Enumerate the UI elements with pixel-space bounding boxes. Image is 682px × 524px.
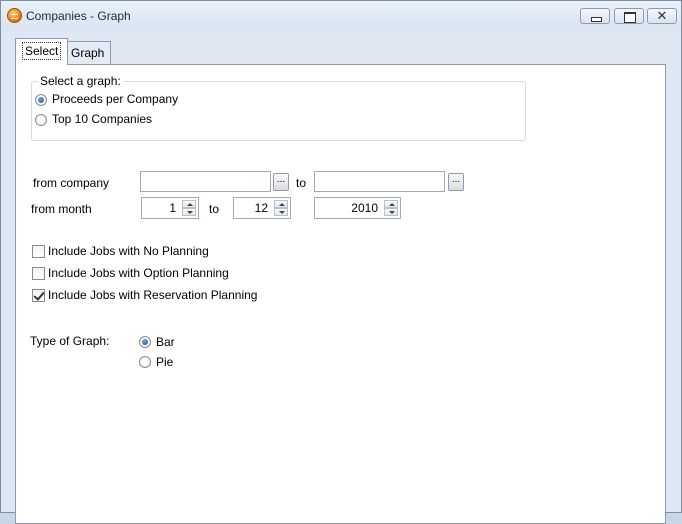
select-tab-panel: Select a graph: Proceeds per Company Top… xyxy=(15,64,666,524)
include-reservation-planning-checkbox[interactable] xyxy=(32,289,45,302)
tab-graph-label: Graph xyxy=(71,46,105,60)
to-company-browse-button[interactable]: ... xyxy=(448,173,464,191)
year-spinner[interactable]: 2010 xyxy=(314,197,401,219)
spin-down-icon[interactable] xyxy=(384,208,398,216)
include-reservation-planning-label[interactable]: Include Jobs with Reservation Planning xyxy=(48,288,257,302)
radio-top-10-companies-label[interactable]: Top 10 Companies xyxy=(52,112,152,126)
from-company-input[interactable] xyxy=(140,171,271,192)
title-bar: Companies - Graph ✕ xyxy=(1,1,681,31)
from-month-value: 1 xyxy=(169,201,176,215)
select-graph-legend: Select a graph: xyxy=(38,74,123,88)
window-title: Companies - Graph xyxy=(26,9,131,23)
spin-up-icon[interactable] xyxy=(274,200,288,208)
from-company-label: from company xyxy=(33,176,110,190)
radio-pie-label[interactable]: Pie xyxy=(156,355,173,369)
tab-select-label: Select xyxy=(22,42,62,60)
close-icon: ✕ xyxy=(656,8,668,23)
spin-up-icon[interactable] xyxy=(182,200,196,208)
include-no-planning-checkbox[interactable] xyxy=(32,245,45,258)
tab-graph[interactable]: Graph xyxy=(64,41,112,65)
from-month-label: from month xyxy=(31,202,92,216)
to-month-label: to xyxy=(209,202,220,216)
to-month-spinner[interactable]: 12 xyxy=(233,197,291,219)
radio-bar-label[interactable]: Bar xyxy=(156,335,175,349)
app-icon xyxy=(7,8,22,23)
to-company-label: to xyxy=(296,176,307,190)
spin-down-icon[interactable] xyxy=(274,208,288,216)
select-graph-group: Select a graph: xyxy=(31,74,526,141)
tab-select[interactable]: Select xyxy=(15,38,69,65)
radio-pie[interactable] xyxy=(139,356,151,368)
minimize-button[interactable] xyxy=(580,8,610,24)
maximize-button[interactable] xyxy=(614,8,644,24)
include-no-planning-label[interactable]: Include Jobs with No Planning xyxy=(48,244,209,258)
companies-graph-window: Companies - Graph ✕ Select Graph Select … xyxy=(0,0,682,524)
from-month-spinner[interactable]: 1 xyxy=(141,197,199,219)
to-month-value: 12 xyxy=(254,201,268,215)
close-button[interactable]: ✕ xyxy=(647,8,677,24)
year-value: 2010 xyxy=(351,201,378,215)
from-company-browse-button[interactable]: ... xyxy=(273,173,289,191)
radio-proceeds-per-company[interactable] xyxy=(35,94,47,106)
include-option-planning-label[interactable]: Include Jobs with Option Planning xyxy=(48,266,229,280)
include-option-planning-checkbox[interactable] xyxy=(32,267,45,280)
spin-up-icon[interactable] xyxy=(384,200,398,208)
type-of-graph-label: Type of Graph: xyxy=(30,334,110,348)
to-company-input[interactable] xyxy=(314,171,445,192)
radio-proceeds-per-company-label[interactable]: Proceeds per Company xyxy=(52,92,178,106)
spin-down-icon[interactable] xyxy=(182,208,196,216)
radio-top-10-companies[interactable] xyxy=(35,114,47,126)
radio-bar[interactable] xyxy=(139,336,151,348)
